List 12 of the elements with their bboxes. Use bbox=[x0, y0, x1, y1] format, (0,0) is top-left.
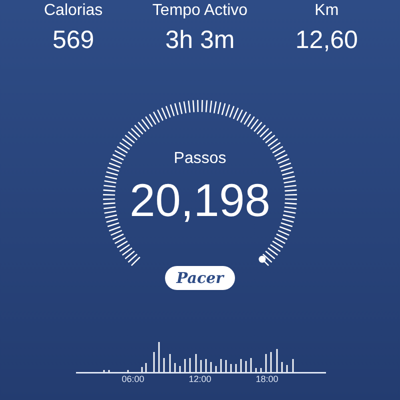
time-label: 18:00 bbox=[254, 374, 280, 385]
time-label: 06:00 bbox=[120, 374, 146, 385]
stat-label: Km bbox=[314, 1, 339, 21]
stat-value: 3h 3m bbox=[165, 25, 235, 56]
steps-count: 20,198 bbox=[130, 173, 270, 227]
stat-label: Tempo Activo bbox=[152, 1, 248, 21]
stat-value: 569 bbox=[52, 25, 94, 56]
steps-label: Passos bbox=[174, 149, 226, 169]
pacer-logo: Pacer bbox=[165, 266, 235, 290]
stat-label: Calorias bbox=[44, 1, 103, 21]
stat-value: 12,60 bbox=[295, 25, 358, 56]
time-label: 12:00 bbox=[188, 374, 212, 385]
